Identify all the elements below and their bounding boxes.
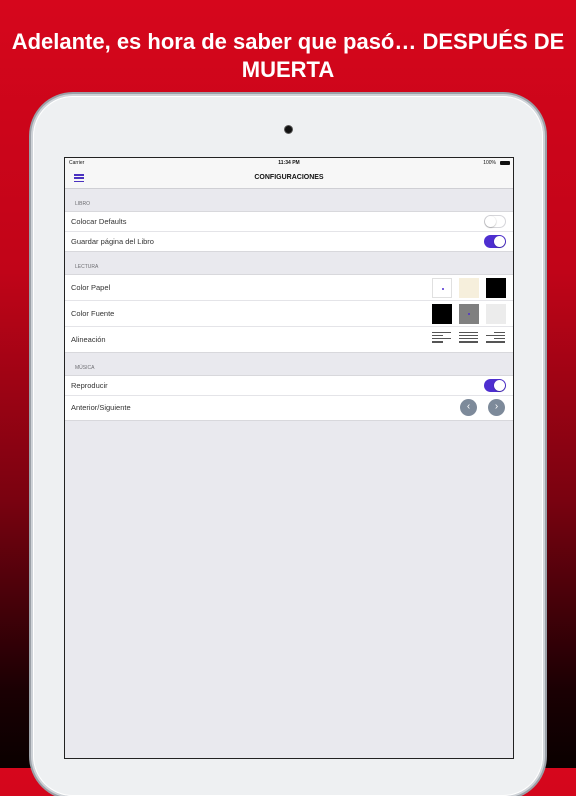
camera-icon bbox=[284, 125, 293, 134]
chevron-left-icon[interactable]: ‹ bbox=[460, 399, 477, 416]
status-bar: Carrier 11:34 PM 100% bbox=[65, 158, 513, 168]
row-label: Colocar Defaults bbox=[71, 217, 127, 226]
row-alineacion: Alineación bbox=[65, 327, 513, 352]
row-label: Color Papel bbox=[71, 283, 111, 292]
row-anterior-siguiente: Anterior/Siguiente ‹ › bbox=[65, 396, 513, 420]
paper-color-cream[interactable] bbox=[459, 278, 479, 298]
align-left-icon[interactable] bbox=[432, 332, 451, 347]
row-label: Alineación bbox=[71, 335, 106, 344]
section-header-libro: LIBRO bbox=[75, 201, 91, 207]
app-screen: Carrier 11:34 PM 100% CONFIGURACIONES LI… bbox=[64, 157, 514, 759]
paper-color-white[interactable] bbox=[432, 278, 452, 298]
row-color-papel: Color Papel bbox=[65, 275, 513, 301]
row-label: Anterior/Siguiente bbox=[71, 403, 131, 412]
guardar-pagina-toggle[interactable] bbox=[484, 235, 506, 248]
font-color-black[interactable] bbox=[432, 304, 452, 324]
section-header-musica: MÚSICA bbox=[75, 365, 95, 371]
row-color-fuente: Color Fuente bbox=[65, 301, 513, 327]
row-reproducir[interactable]: Reproducir bbox=[65, 376, 513, 396]
font-color-gray[interactable] bbox=[459, 304, 479, 324]
group-libro: Colocar Defaults Guardar página del Libr… bbox=[65, 211, 513, 252]
chevron-right-icon[interactable]: › bbox=[488, 399, 505, 416]
colocar-defaults-toggle[interactable] bbox=[484, 215, 506, 228]
row-label: Reproducir bbox=[71, 381, 108, 390]
reproducir-toggle[interactable] bbox=[484, 379, 506, 392]
align-right-icon[interactable] bbox=[486, 332, 505, 347]
row-guardar-pagina[interactable]: Guardar página del Libro bbox=[65, 232, 513, 251]
row-colocar-defaults[interactable]: Colocar Defaults bbox=[65, 212, 513, 232]
paper-color-black[interactable] bbox=[486, 278, 506, 298]
font-color-light[interactable] bbox=[486, 304, 506, 324]
row-label: Guardar página del Libro bbox=[71, 237, 154, 246]
battery-icon bbox=[500, 161, 510, 165]
nav-bar: CONFIGURACIONES bbox=[65, 168, 513, 189]
group-lectura: Color Papel Color Fuente Alineación bbox=[65, 274, 513, 353]
row-label: Color Fuente bbox=[71, 309, 115, 318]
promo-headline: Adelante, es hora de saber que pasó… DES… bbox=[11, 29, 565, 82]
status-time: 11:34 PM bbox=[278, 160, 300, 166]
page-title: CONFIGURACIONES bbox=[254, 174, 324, 181]
section-header-lectura: LECTURA bbox=[75, 264, 99, 270]
group-musica: Reproducir Anterior/Siguiente ‹ › bbox=[65, 375, 513, 421]
battery-percent: 100% bbox=[483, 160, 496, 166]
align-justify-icon[interactable] bbox=[459, 332, 478, 347]
